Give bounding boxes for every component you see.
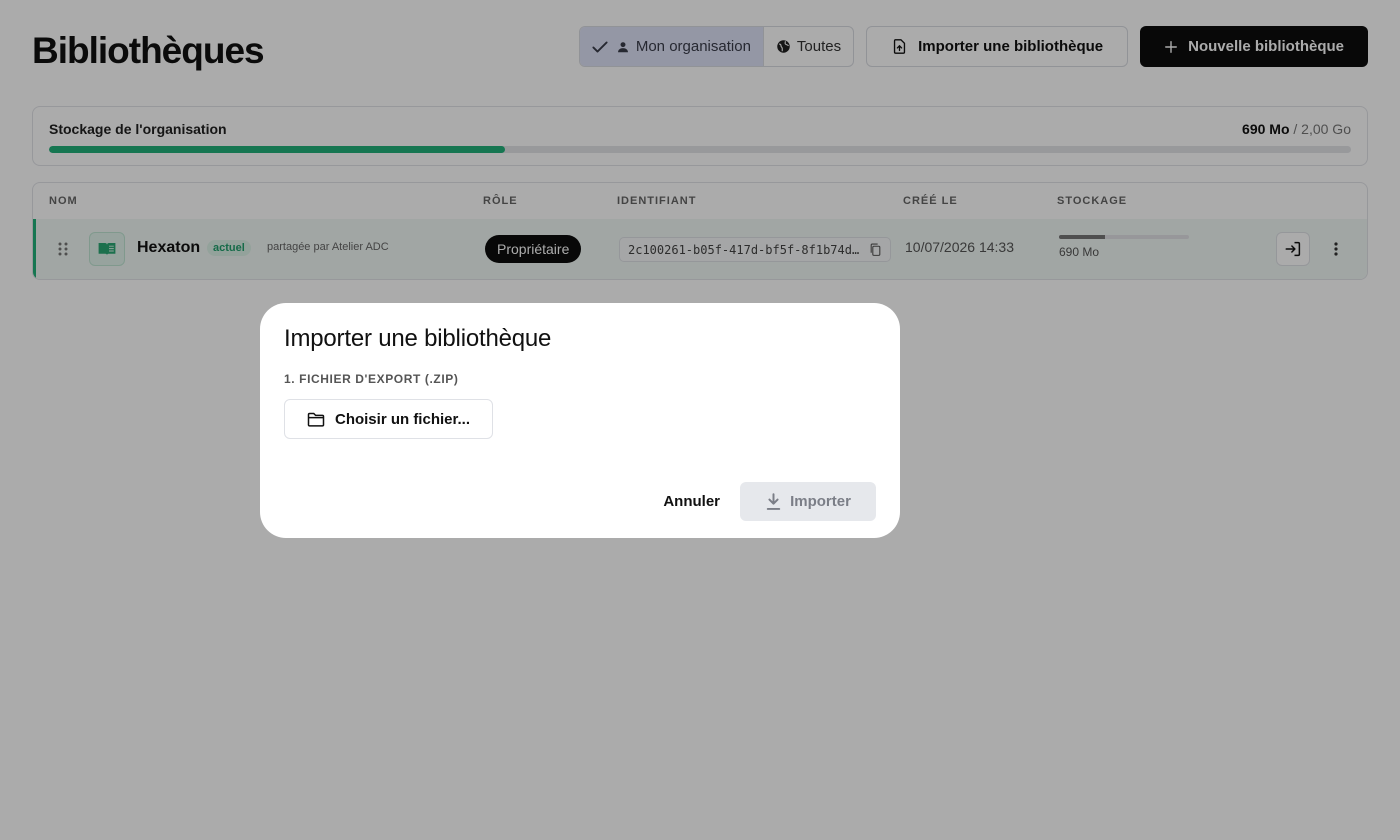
import-button[interactable]: Importer [740,482,876,521]
download-icon [766,492,781,510]
dialog-title: Importer une bibliothèque [284,325,552,352]
import-library-dialog: Importer une bibliothèque 1. FICHIER D'E… [260,303,900,538]
choose-file-button[interactable]: Choisir un fichier... [284,399,493,439]
dialog-actions: Annuler Importer [663,482,876,521]
choose-file-label: Choisir un fichier... [334,410,471,428]
export-file-step-label: 1. FICHIER D'EXPORT (.ZIP) [284,372,459,386]
folder-icon [307,412,325,427]
import-button-label: Importer [790,493,851,510]
cancel-button[interactable]: Annuler [663,493,720,510]
